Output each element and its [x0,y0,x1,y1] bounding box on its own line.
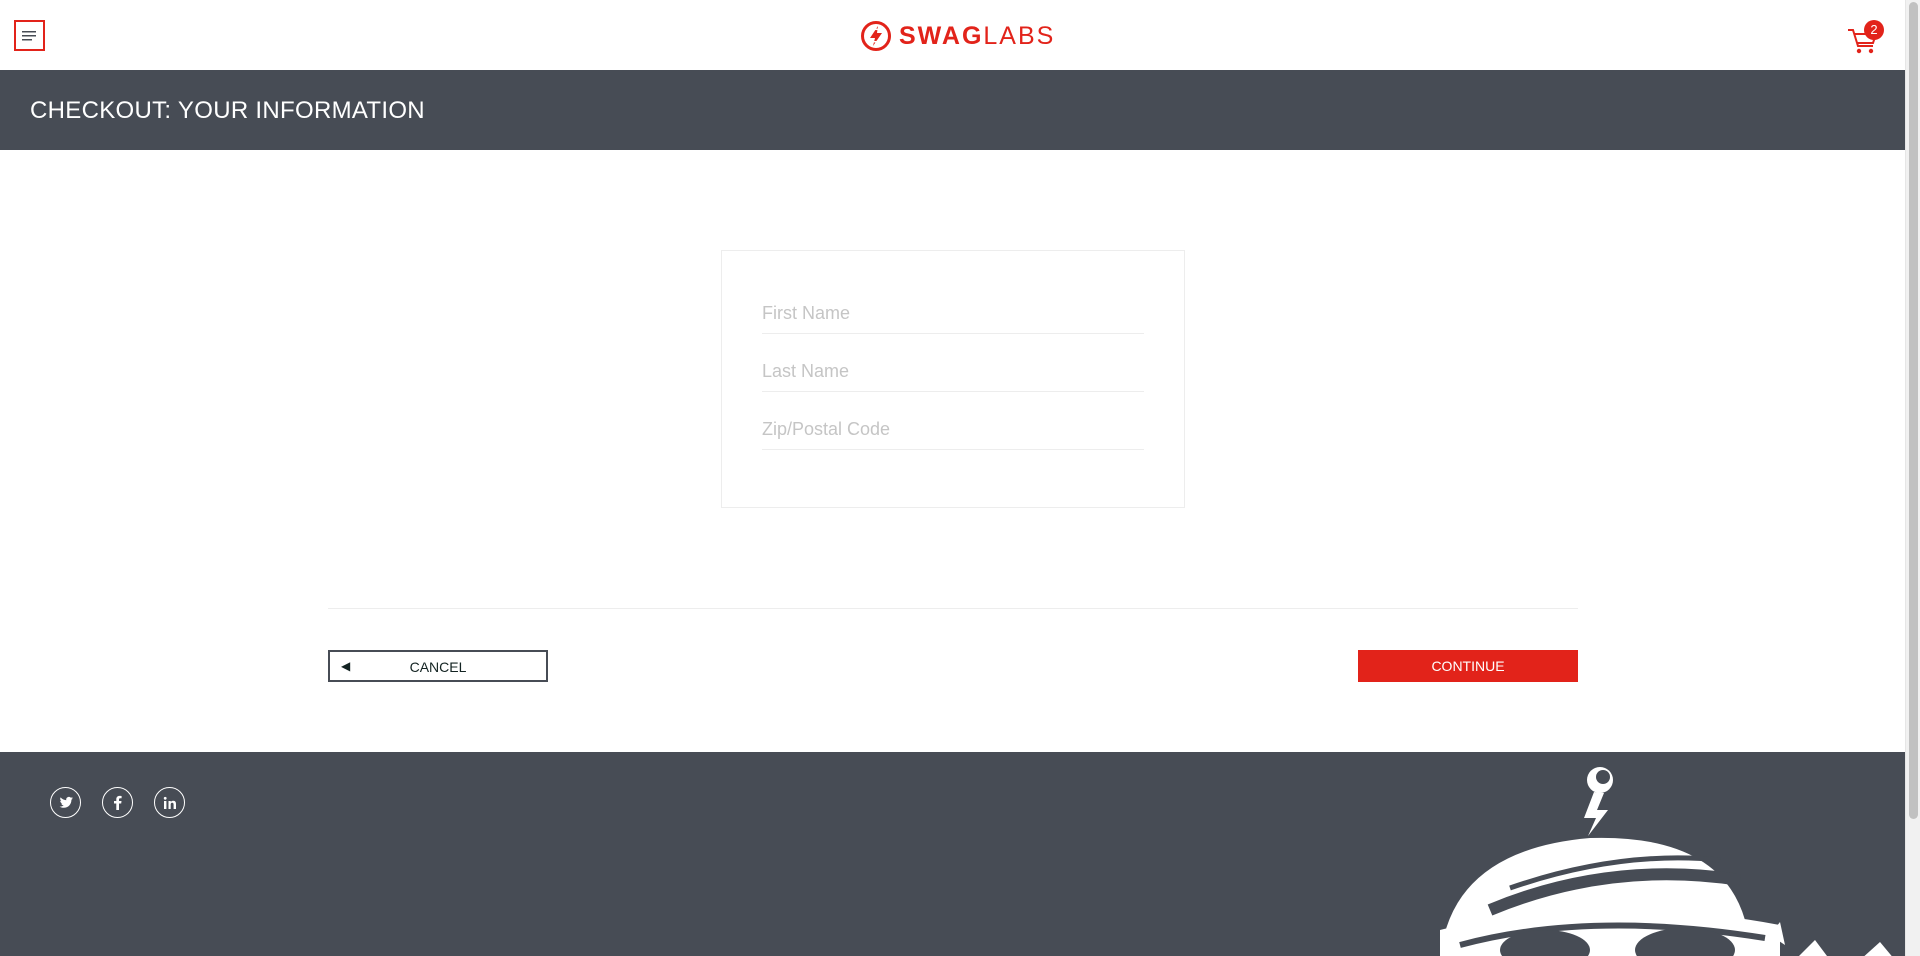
twitter-link[interactable] [50,787,81,818]
logo: SWAGLABS [861,20,1055,52]
vertical-scrollbar[interactable] [1905,0,1920,956]
menu-button[interactable] [14,20,45,51]
facebook-icon [114,795,122,810]
postal-code-input[interactable] [762,410,1144,450]
linkedin-link[interactable] [154,787,185,818]
facebook-link[interactable] [102,787,133,818]
footer [0,752,1905,956]
hamburger-icon [22,31,36,41]
logo-text-light: LABS [983,21,1056,50]
continue-button[interactable]: CONTINUE [1358,650,1578,682]
checkout-info-form [721,250,1185,508]
shopping-cart-link[interactable]: 2 [1846,20,1886,56]
page-title: CHECKOUT: YOUR INFORMATION [30,97,425,124]
logo-text: SWAGLABS [899,21,1056,50]
first-name-input[interactable] [762,294,1144,334]
swag-labs-logo-icon [861,21,891,51]
scrollbar-thumb[interactable] [1909,2,1918,819]
cart-badge: 2 [1864,20,1884,40]
app: SWAGLABS 2 CHECKOUT: YOUR INFORMATION ◀ … [0,0,1905,956]
cancel-button-label: CANCEL [409,659,467,675]
header: SWAGLABS 2 [0,0,1905,70]
cancel-button[interactable]: ◀ CANCEL [328,650,548,682]
last-name-input[interactable] [762,352,1144,392]
logo-text-bold: SWAG [899,21,984,50]
swag-bot-mascot-icon [1440,767,1892,956]
linkedin-icon [163,796,176,809]
title-bar: CHECKOUT: YOUR INFORMATION [0,70,1905,150]
twitter-icon [59,796,73,808]
divider [328,608,1578,609]
